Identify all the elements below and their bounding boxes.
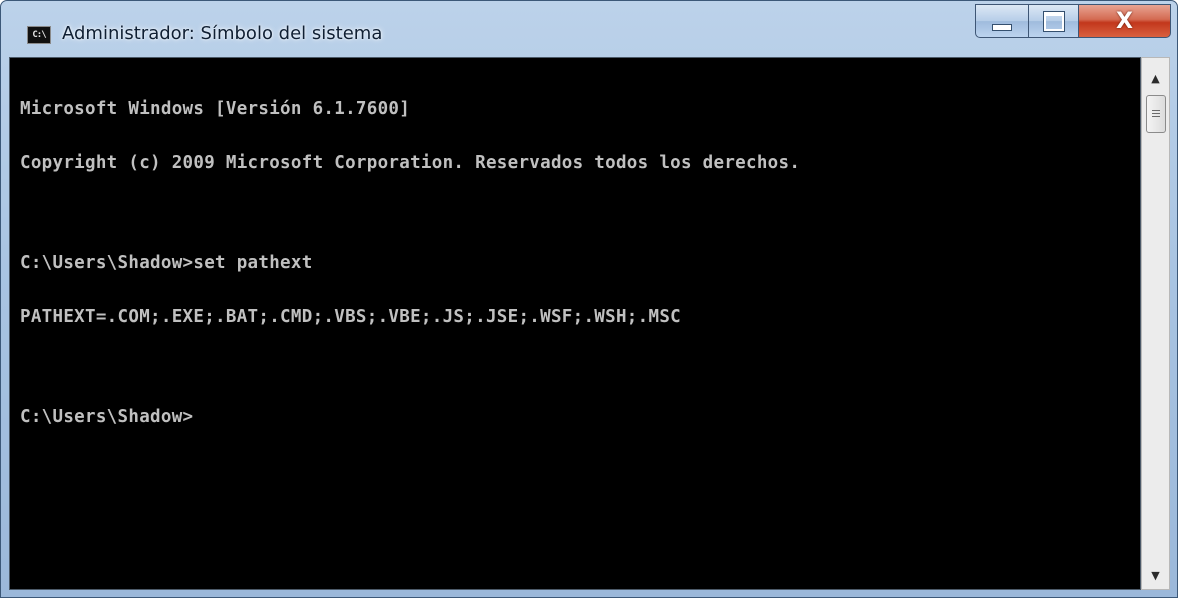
chevron-down-icon: ▼ <box>1151 568 1160 582</box>
minimize-button[interactable] <box>975 4 1029 38</box>
minimize-icon <box>992 23 1012 31</box>
console-window: C:\ Administrador: Símbolo del sistema X… <box>0 0 1178 598</box>
console-line: C:\Users\Shadow>set pathext <box>20 253 313 273</box>
title-bar[interactable]: C:\ Administrador: Símbolo del sistema X <box>1 1 1177 57</box>
scroll-up-button[interactable]: ▲ <box>1142 66 1169 90</box>
console-line: PATHEXT=.COM;.EXE;.BAT;.CMD;.VBS;.VBE;.J… <box>20 307 681 327</box>
caption-buttons: X <box>975 4 1171 42</box>
scroll-down-button[interactable]: ▼ <box>1142 563 1169 587</box>
grip-icon <box>1152 109 1160 119</box>
console-prompt[interactable]: C:\Users\Shadow> <box>20 408 800 426</box>
cmd-icon[interactable]: C:\ <box>27 26 51 44</box>
maximize-icon <box>1043 11 1064 31</box>
close-icon: X <box>1116 8 1133 34</box>
scroll-thumb[interactable] <box>1146 95 1166 133</box>
close-button[interactable]: X <box>1079 4 1171 38</box>
console-line: Copyright (c) 2009 Microsoft Corporation… <box>20 153 801 173</box>
console-output[interactable]: Microsoft Windows [Versión 6.1.7600] Cop… <box>9 57 1141 590</box>
vertical-scrollbar[interactable]: ▲ ▼ <box>1141 57 1170 590</box>
chevron-up-icon: ▲ <box>1151 71 1160 85</box>
console-lines: Microsoft Windows [Versión 6.1.7600] Cop… <box>20 64 800 462</box>
console-line: Microsoft Windows [Versión 6.1.7600] <box>20 99 411 119</box>
maximize-button[interactable] <box>1029 4 1079 38</box>
window-title: Administrador: Símbolo del sistema <box>62 23 383 44</box>
